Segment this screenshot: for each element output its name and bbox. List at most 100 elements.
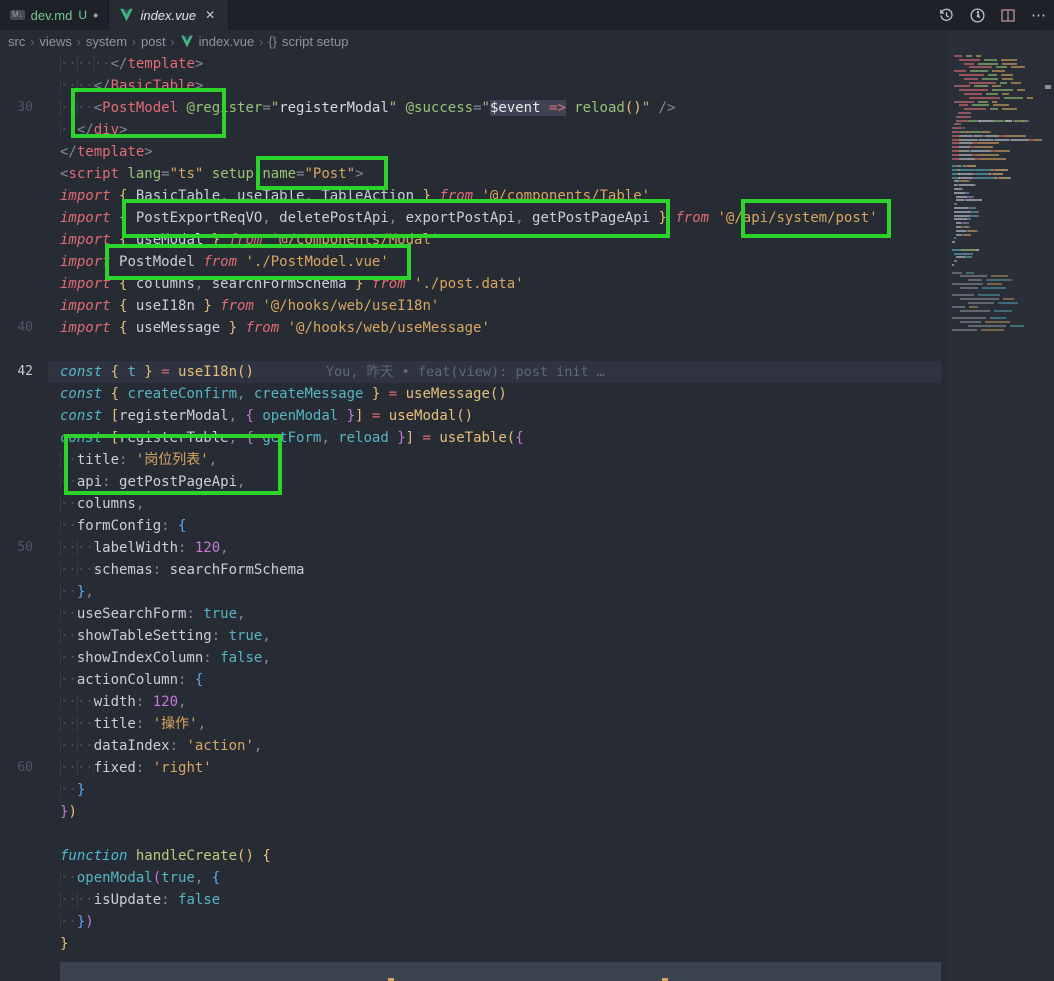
run-debug-icon[interactable] <box>968 6 986 24</box>
code-line-64[interactable]: function handleCreate() { <box>0 845 941 867</box>
git-blame-annotation: You, 昨天 • feat(view): post init … <box>254 364 605 380</box>
code-line-35[interactable]: import { PostExportReqVO, deletePostApi,… <box>0 207 941 229</box>
minimap-line <box>1010 325 1024 327</box>
minimap-line <box>954 207 968 209</box>
split-editor-icon[interactable] <box>999 6 1017 24</box>
code-line-46[interactable]: ··title: '岗位列表', <box>0 449 941 471</box>
token-op: = <box>372 408 389 424</box>
minimap-line <box>994 310 1012 312</box>
token-br1: { <box>119 210 136 226</box>
code-text: } <box>60 933 68 955</box>
code-line-55[interactable]: ··showIndexColumn: false, <box>0 647 941 669</box>
token-pun: > <box>355 166 363 182</box>
code-line-40[interactable]: 40import { useMessage } from '@/hooks/we… <box>0 317 941 339</box>
minimap-line <box>969 116 971 118</box>
code-line-51[interactable]: ····schemas: searchFormSchema <box>0 559 941 581</box>
code-line-63[interactable] <box>0 823 941 845</box>
code-line-42[interactable]: 42const { t } = useI18n()You, 昨天 • feat(… <box>0 361 941 383</box>
code-line-43[interactable]: const { createConfirm, createMessage } =… <box>0 383 941 405</box>
code-line-49[interactable]: ··formConfig: { <box>0 515 941 537</box>
code-line-38[interactable]: import { columns, searchFormSchema } fro… <box>0 273 941 295</box>
breadcrumb-item-src[interactable]: src <box>8 34 25 49</box>
minimap-line <box>968 279 982 281</box>
token-pun: </ <box>77 122 94 138</box>
code-line-57[interactable]: ····width: 120, <box>0 691 941 713</box>
code-line-48[interactable]: ··columns, <box>0 493 941 515</box>
overview-ruler[interactable] <box>1042 30 1054 981</box>
timeline-history-icon[interactable] <box>937 6 955 24</box>
token-br1: } <box>60 936 68 952</box>
code-line-50[interactable]: 50····labelWidth: 120, <box>0 537 941 559</box>
minimap-line <box>956 256 964 258</box>
tab-dev-md[interactable]: M↓ dev.md U ● <box>0 0 109 30</box>
code-line-56[interactable]: ··actionColumn: { <box>0 669 941 691</box>
token-ws: ·· <box>60 474 77 490</box>
code-line-28[interactable]: ······</template> <box>0 53 941 75</box>
breadcrumb-item-symbol[interactable]: script setup <box>282 34 348 49</box>
breadcrumb-separator: › <box>132 35 136 49</box>
code-text: import { useI18n } from '@/hooks/web/use… <box>60 295 439 317</box>
line-number: 60 <box>0 757 33 779</box>
code-line-33[interactable]: <script lang="ts" setup name="Post"> <box>0 163 941 185</box>
code-line-39[interactable]: import { useI18n } from '@/hooks/web/use… <box>0 295 941 317</box>
markdown-file-icon: M↓ <box>10 10 25 20</box>
minimap-line <box>988 74 997 76</box>
close-icon[interactable]: ✕ <box>202 7 218 23</box>
code-line-59[interactable]: ····dataIndex: 'action', <box>0 735 941 757</box>
token-id: width <box>94 694 136 710</box>
minimap-line <box>971 150 989 152</box>
code-line-66[interactable]: ····isUpdate: false <box>0 889 941 911</box>
token-pun: : <box>178 540 195 556</box>
tab-index-vue[interactable]: index.vue ✕ <box>109 0 229 30</box>
code-line-52[interactable]: ··}, <box>0 581 941 603</box>
token-br1: () <box>237 848 254 864</box>
token-attr: @success <box>406 100 473 116</box>
minimap-line <box>976 55 981 57</box>
token-var: getForm <box>262 430 321 446</box>
code-line-47[interactable]: ··api: getPostPageApi, <box>0 471 941 493</box>
code-line-54[interactable]: ··showTableSetting: true, <box>0 625 941 647</box>
breadcrumb-item-post[interactable]: post <box>141 34 166 49</box>
token-str: 'action' <box>186 738 253 754</box>
code-line-45[interactable]: const [registerTable, { getForm, reload … <box>0 427 941 449</box>
more-actions-icon[interactable]: ⋯ <box>1030 6 1048 24</box>
code-line-41[interactable] <box>0 339 941 361</box>
breadcrumb-item-file[interactable]: index.vue <box>199 34 255 49</box>
token-br1: { <box>119 232 136 248</box>
token-hlsp <box>541 100 549 116</box>
token-str: '操作' <box>153 716 198 732</box>
code-line-58[interactable]: ····title: '操作', <box>0 713 941 735</box>
token-kw: import <box>60 254 119 270</box>
code-line-61[interactable]: ··} <box>0 779 941 801</box>
minimap-line <box>991 275 1008 277</box>
code-line-65[interactable]: ··openModal(true, { <box>0 867 941 889</box>
code-line-60[interactable]: 60····fixed: 'right' <box>0 757 941 779</box>
unsaved-dot-icon[interactable]: ● <box>93 10 98 20</box>
code-text: const { t } = useI18n()You, 昨天 • feat(vi… <box>60 361 605 383</box>
code-editor[interactable]: ······</template>····</BasicTable>30····… <box>0 53 941 981</box>
token-str: '岗位列表' <box>136 452 209 468</box>
code-line-68[interactable]: } <box>0 933 941 955</box>
code-line-37[interactable]: import PostModel from './PostModel.vue' <box>0 251 941 273</box>
code-line-29[interactable]: ····</BasicTable> <box>0 75 941 97</box>
token-kw: from <box>372 276 414 292</box>
vue-file-icon <box>119 8 134 22</box>
token-br3: { <box>212 870 220 886</box>
token-str: '@/hooks/web/useI18n' <box>262 298 439 314</box>
code-line-36[interactable]: import { useModal } from '@/components/M… <box>0 229 941 251</box>
code-line-34[interactable]: import { BasicTable, useTable, TableActi… <box>0 185 941 207</box>
code-line-30[interactable]: 30····<PostModel @register="registerModa… <box>0 97 941 119</box>
breadcrumb-item-views[interactable]: views <box>39 34 72 49</box>
breadcrumb-item-system[interactable]: system <box>86 34 127 49</box>
minimap-line <box>978 101 988 103</box>
code-line-62[interactable]: }) <box>0 801 941 823</box>
code-line-67[interactable]: ··}) <box>0 911 941 933</box>
code-line-31[interactable]: ··</div> <box>0 119 941 141</box>
minimap[interactable] <box>948 30 1042 981</box>
code-line-53[interactable]: ··useSearchForm: true, <box>0 603 941 625</box>
code-line-32[interactable]: </template> <box>0 141 941 163</box>
code-line-44[interactable]: const [registerModal, { openModal }] = u… <box>0 405 941 427</box>
minimap-line <box>990 317 1006 319</box>
minimap-line <box>986 279 1012 281</box>
minimap-line <box>979 139 993 141</box>
